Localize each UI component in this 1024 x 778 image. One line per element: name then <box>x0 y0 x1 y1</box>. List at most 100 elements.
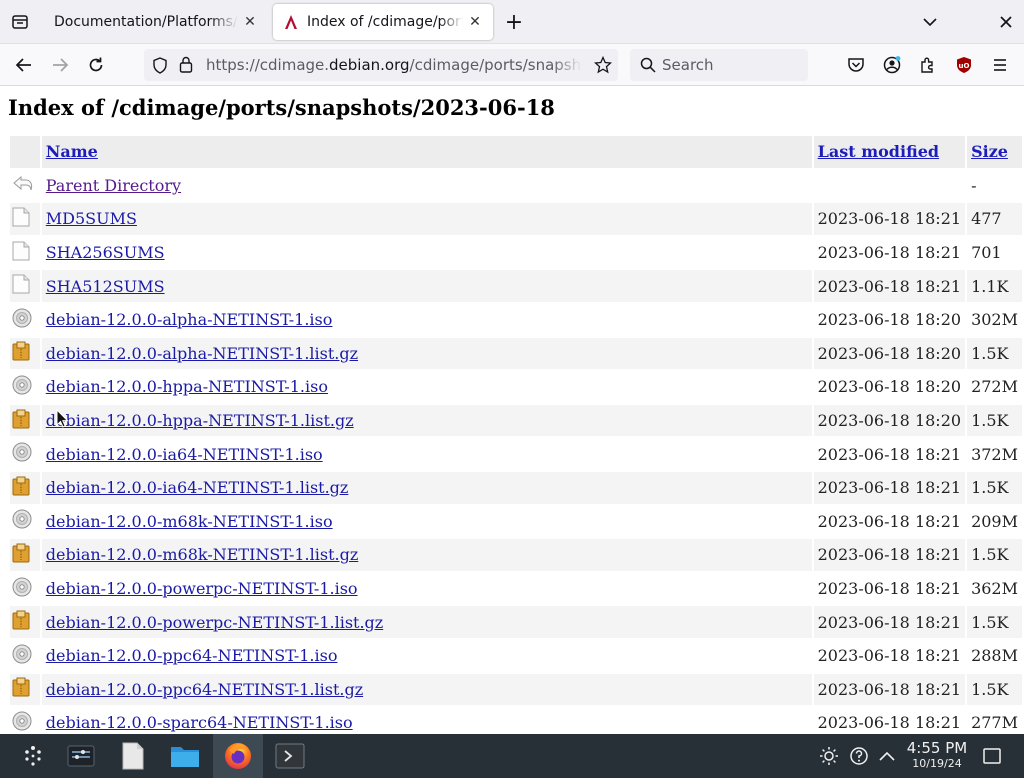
size-cell: 209M <box>971 511 1018 531</box>
last-modified-cell: 2023-06-18 18:20 <box>817 310 962 330</box>
file-link[interactable]: debian-12.0.0-alpha-NETINST-1.iso <box>46 310 333 329</box>
tab-title: Index of /cdimage/ports/snapshots <box>307 14 463 30</box>
file-link[interactable]: debian-12.0.0-ia64-NETINST-1.list.gz <box>46 478 349 497</box>
size-cell: 372M <box>971 444 1018 464</box>
list-all-tabs-icon[interactable] <box>914 6 946 38</box>
terminal-icon[interactable] <box>265 734 315 778</box>
row-icon <box>10 371 40 403</box>
last-modified-cell: 2023-06-18 18:21 <box>817 713 962 733</box>
sort-by-modified-link[interactable]: Last modified <box>818 142 939 161</box>
size-cell: 288M <box>971 646 1018 666</box>
table-row: debian-12.0.0-powerpc-NETINST-1.list.gz 2… <box>10 606 1022 638</box>
bookmark-star-icon[interactable] <box>593 55 613 78</box>
last-modified-cell: 2023-06-18 18:20 <box>817 377 962 397</box>
file-link[interactable]: debian-12.0.0-ia64-NETINST-1.iso <box>46 445 323 464</box>
back-icon[interactable] <box>8 49 40 81</box>
file-link[interactable]: debian-12.0.0-ppc64-NETINST-1.list.gz <box>46 680 363 699</box>
row-icon <box>10 539 40 571</box>
menu-icon[interactable] <box>984 49 1016 81</box>
search-icon <box>640 57 656 77</box>
file-name-cell: debian-12.0.0-hppa-NETINST-1.iso <box>42 371 812 403</box>
page-title: Index of /cdimage/ports/snapshots/2023-0… <box>8 95 555 120</box>
parent-directory-icon <box>13 176 33 191</box>
navigation-toolbar: https://cdimage.debian.org/cdimage/ports… <box>0 44 1024 86</box>
file-link[interactable]: debian-12.0.0-m68k-NETINST-1.iso <box>46 512 333 531</box>
show-desktop-icon[interactable] <box>968 734 1016 778</box>
table-row: SHA512SUMS 2023-06-18 18:21 1.1K <box>10 270 1022 302</box>
lock-icon[interactable] <box>179 56 193 77</box>
disc-image-icon <box>12 644 32 664</box>
file-link[interactable]: debian-12.0.0-m68k-NETINST-1.list.gz <box>46 545 359 564</box>
size-column-header[interactable]: Size <box>967 136 1022 168</box>
row-icon <box>10 606 40 638</box>
file-manager-icon[interactable] <box>160 734 210 778</box>
new-tab-button[interactable]: + <box>498 6 530 38</box>
file-link[interactable]: debian-12.0.0-ppc64-NETINST-1.iso <box>46 646 338 665</box>
close-tab-icon[interactable]: ✕ <box>242 14 258 30</box>
file-link[interactable]: MD5SUMS <box>46 209 137 228</box>
url-text[interactable]: https://cdimage.debian.org/cdimage/ports… <box>206 56 582 74</box>
shield-icon[interactable] <box>152 57 168 78</box>
file-link[interactable]: debian-12.0.0-hppa-NETINST-1.list.gz <box>46 411 354 430</box>
file-name-cell: debian-12.0.0-hppa-NETINST-1.list.gz <box>41 404 812 437</box>
tab-title: Documentation/Platforms/Ports <box>54 14 238 30</box>
disc-image-icon <box>12 308 32 328</box>
row-icon <box>10 506 40 538</box>
firefox-view-icon[interactable] <box>4 6 36 38</box>
window-close-icon[interactable] <box>990 6 1022 38</box>
file-link[interactable]: debian-12.0.0-powerpc-NETINST-1.list.gz <box>46 613 383 632</box>
sort-by-name-link[interactable]: Name <box>46 142 98 161</box>
file-link[interactable]: debian-12.0.0-hppa-NETINST-1.iso <box>46 377 328 396</box>
size-cell: 477 <box>967 203 1022 235</box>
file-name-cell: debian-12.0.0-ppc64-NETINST-1.iso <box>42 640 812 672</box>
size-cell: 1.5K <box>967 673 1022 706</box>
reload-icon[interactable] <box>80 49 112 81</box>
table-row: debian-12.0.0-ppc64-NETINST-1.iso 2023-06… <box>10 640 1022 672</box>
address-bar[interactable]: https://cdimage.debian.org/cdimage/ports… <box>144 49 618 81</box>
forward-icon[interactable] <box>44 49 76 81</box>
size-cell: 1.5K <box>967 337 1022 370</box>
taskbar-clock[interactable]: 4:55 PM 10/19/24 <box>902 740 972 771</box>
archive-file-icon <box>12 677 30 697</box>
pocket-icon[interactable] <box>840 49 872 81</box>
file-link[interactable]: debian-12.0.0-powerpc-NETINST-1.iso <box>46 579 358 598</box>
table-row: MD5SUMS 2023-06-18 18:21 477 <box>10 203 1022 235</box>
text-file-icon <box>12 274 30 294</box>
clock-date: 10/19/24 <box>912 757 962 770</box>
account-icon[interactable] <box>876 49 908 81</box>
row-icon <box>10 640 40 672</box>
file-link[interactable]: debian-12.0.0-alpha-NETINST-1.list.gz <box>46 344 358 363</box>
close-tab-icon[interactable]: ✕ <box>467 14 483 30</box>
last-modified-cell: 2023-06-18 18:21 <box>817 646 962 666</box>
icon-column-header <box>10 136 40 168</box>
file-name-cell: debian-12.0.0-alpha-NETINST-1.list.gz <box>41 337 812 370</box>
last-modified-cell: 2023-06-18 18:21 <box>817 444 962 464</box>
mouse-cursor-icon <box>56 409 69 428</box>
app-launcher-icon[interactable] <box>8 734 58 778</box>
row-icon <box>10 471 40 504</box>
modified-column-header[interactable]: Last modified <box>813 136 966 168</box>
last-modified-cell: 2023-06-18 18:21 <box>817 243 962 263</box>
table-row: debian-12.0.0-alpha-NETINST-1.list.gz 202… <box>10 337 1022 370</box>
row-icon <box>10 270 40 302</box>
file-link[interactable]: SHA512SUMS <box>46 277 165 296</box>
sort-by-size-link[interactable]: Size <box>971 142 1008 161</box>
last-modified-cell: 2023-06-18 18:21 <box>813 270 966 302</box>
ublock-origin-icon[interactable]: uO <box>948 49 980 81</box>
size-cell: 1.5K <box>967 404 1022 437</box>
row-icon <box>10 673 40 706</box>
tab-index-of[interactable]: Index of /cdimage/ports/snapshots ✕ <box>273 4 493 40</box>
row-icon <box>10 203 40 235</box>
last-modified-cell <box>814 170 965 202</box>
system-settings-icon[interactable] <box>56 734 106 778</box>
row-icon <box>10 237 40 269</box>
extensions-icon[interactable] <box>912 49 944 81</box>
file-link[interactable]: Parent Directory <box>46 176 181 195</box>
search-field[interactable]: Search <box>630 49 808 81</box>
name-column-header[interactable]: Name <box>41 136 812 168</box>
tab-documentation[interactable]: Documentation/Platforms/Ports ✕ <box>44 4 268 40</box>
file-link[interactable]: debian-12.0.0-sparc64-NETINST-1.iso <box>46 713 353 732</box>
text-file-icon[interactable] <box>108 734 158 778</box>
firefox-icon[interactable] <box>213 734 263 778</box>
file-link[interactable]: SHA256SUMS <box>46 243 165 262</box>
